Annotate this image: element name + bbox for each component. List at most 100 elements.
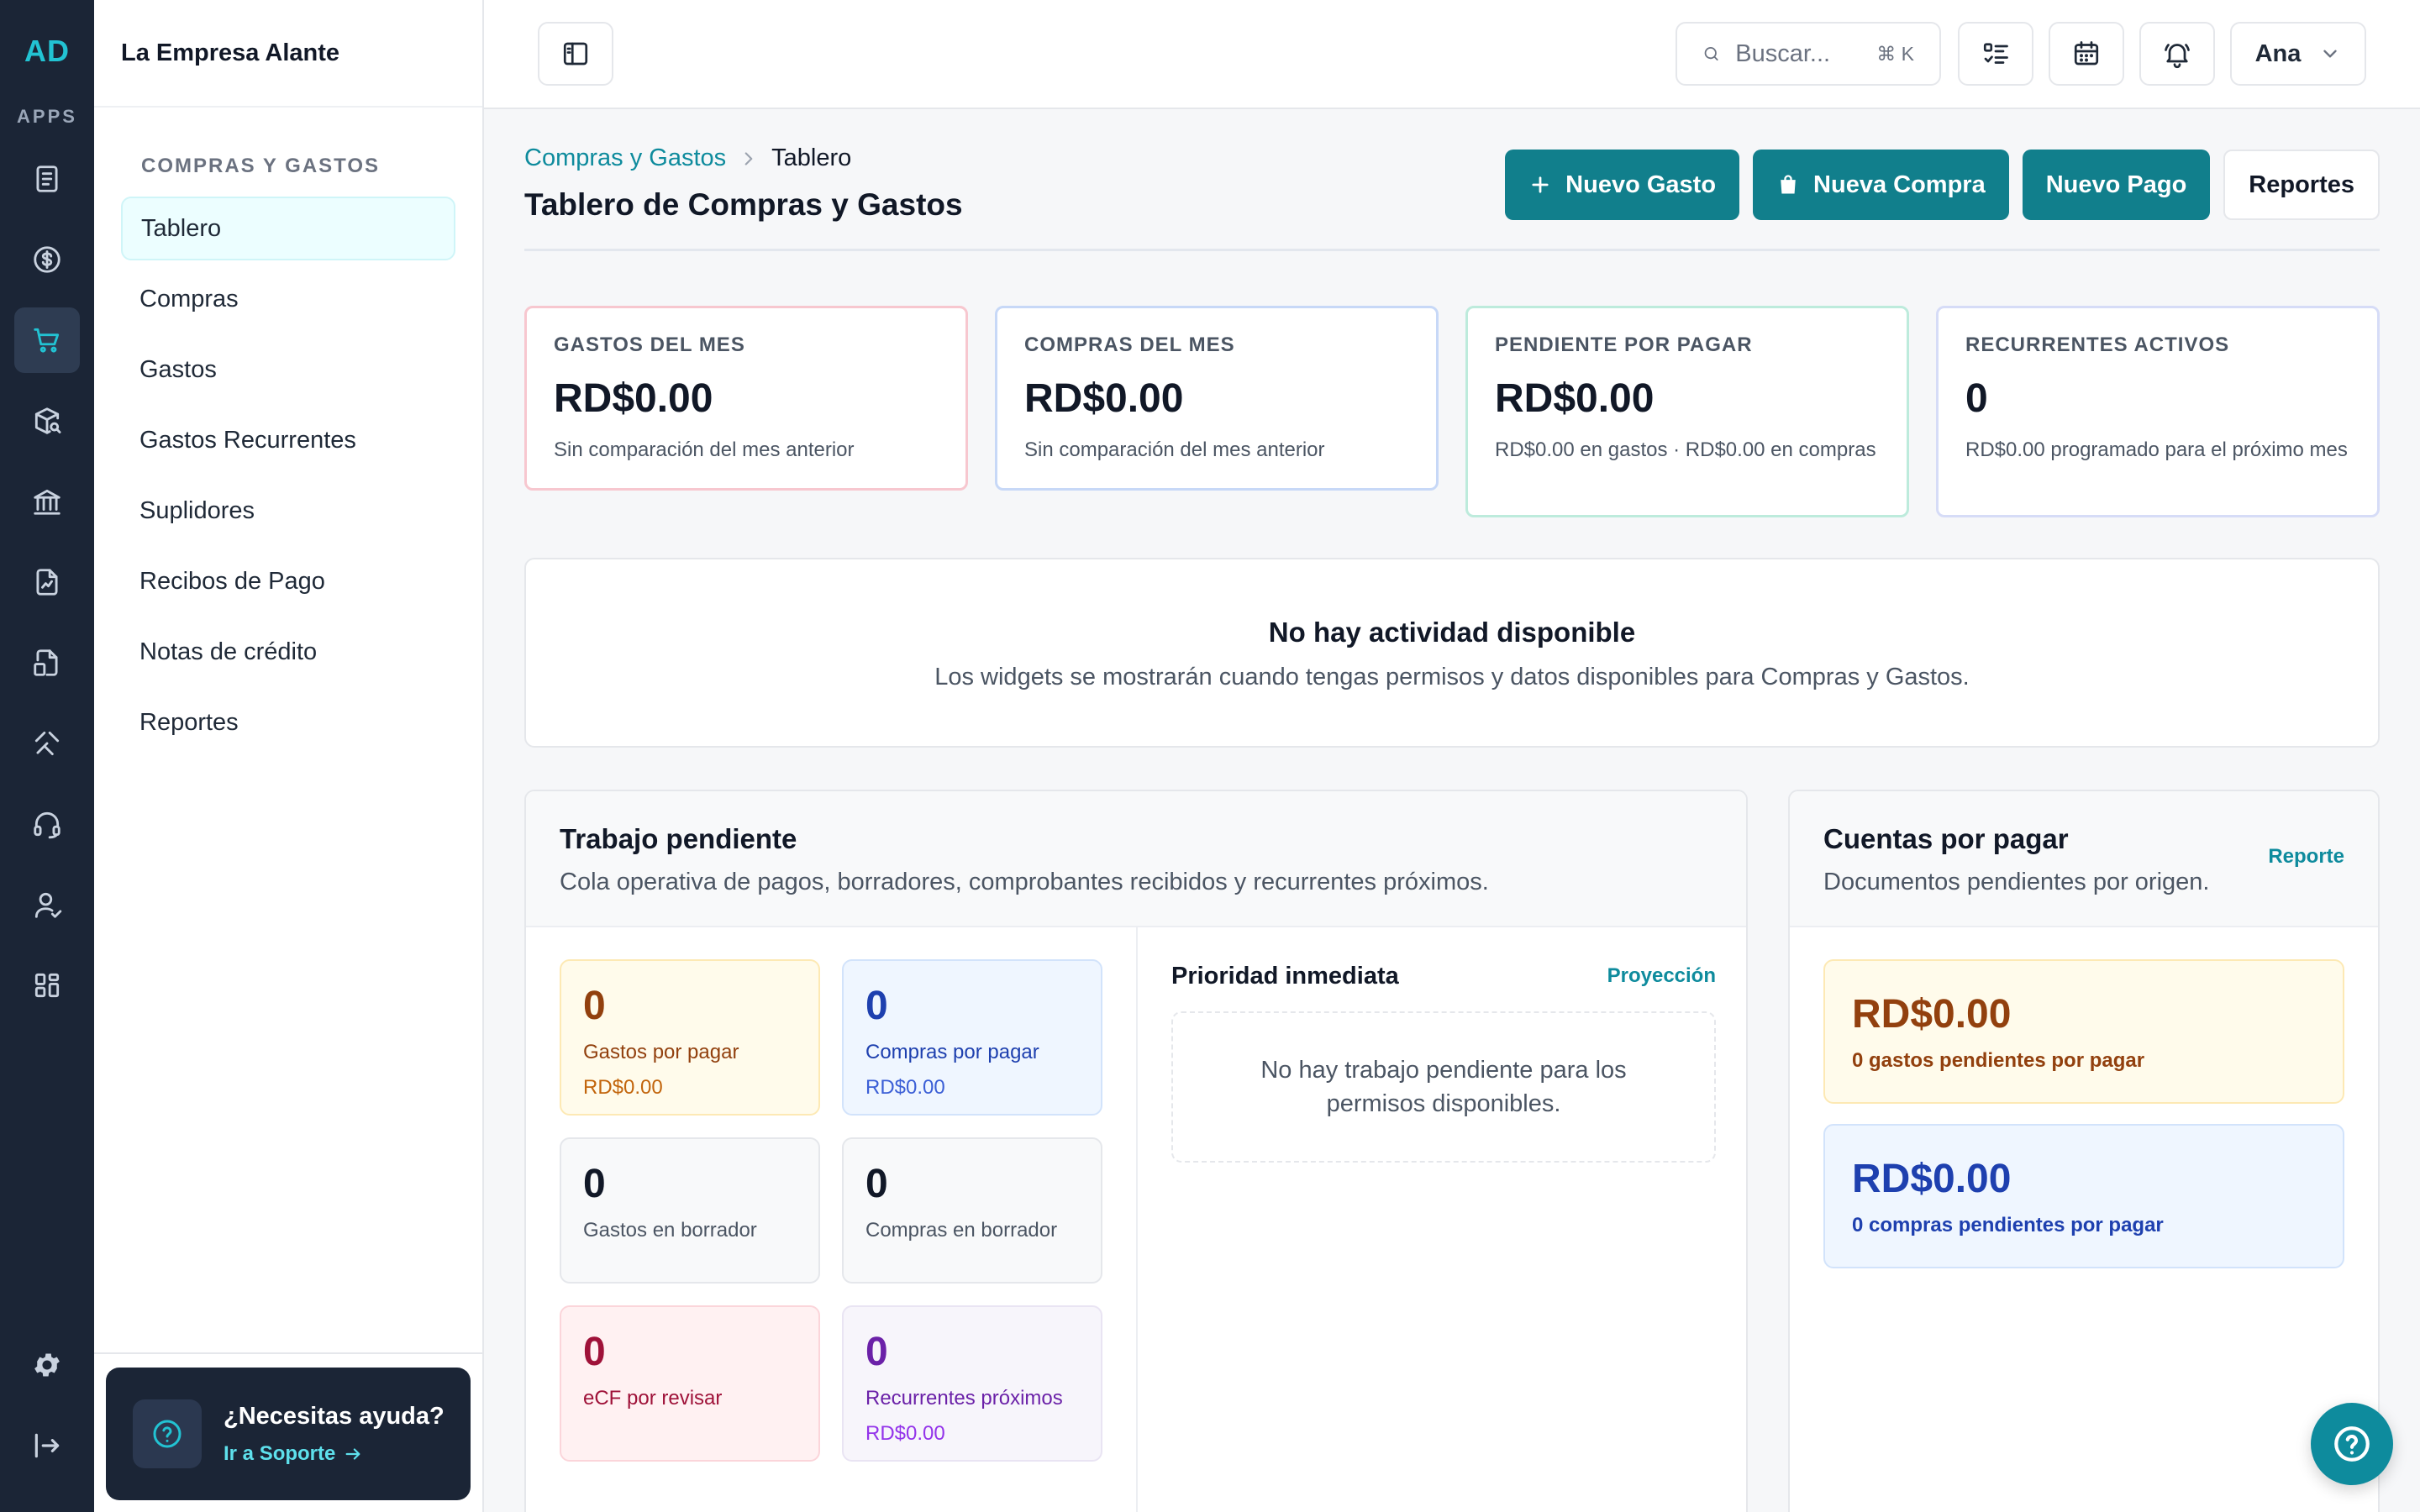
- pending-work-panel: Trabajo pendiente Cola operativa de pago…: [524, 790, 1748, 1512]
- help-title: ¿Necesitas ayuda?: [224, 1402, 445, 1430]
- tile-gastos-por-pagar[interactable]: 0 Gastos por pagar RD$0.00: [560, 959, 820, 1116]
- tile-gastos-en-borrador[interactable]: 0 Gastos en borrador: [560, 1137, 820, 1284]
- report-link[interactable]: Reporte: [2268, 845, 2344, 869]
- accounts-payable-header: Cuentas por pagar Documentos pendientes …: [1790, 791, 2378, 927]
- sidebar-item-gastos-recurrentes[interactable]: Gastos Recurrentes: [121, 408, 455, 472]
- priority-title: Prioridad inmediata: [1171, 962, 1399, 990]
- stat-label: RECURRENTES ACTIVOS: [1965, 333, 2230, 356]
- new-payment-button[interactable]: Nuevo Pago: [2022, 150, 2211, 220]
- apps-grid-icon[interactable]: [14, 953, 80, 1018]
- breadcrumb-link-compras-y-gastos[interactable]: Compras y Gastos: [524, 144, 726, 172]
- app-logo[interactable]: AD: [24, 34, 70, 69]
- tile-label: Recurrentes próximos: [865, 1387, 1063, 1410]
- reports-button[interactable]: Reportes: [2223, 150, 2380, 220]
- accounts-payable-title: Cuentas por pagar: [1823, 823, 2069, 854]
- new-expense-button[interactable]: Nuevo Gasto: [1505, 150, 1740, 220]
- stat-label: COMPRAS DEL MES: [1024, 333, 1235, 356]
- ap-amount: RD$0.00: [1852, 1157, 2012, 1201]
- sidebar-panel-icon: [563, 42, 588, 66]
- ap-card-gastos[interactable]: RD$0.00 0 gastos pendientes por pagar: [1823, 959, 2344, 1104]
- tile-ecf-por-revisar[interactable]: 0 eCF por revisar: [560, 1305, 820, 1462]
- stat-value: RD$0.00: [1495, 376, 1655, 421]
- sidebar-item-suplidores[interactable]: Suplidores: [121, 479, 455, 543]
- sidebar-item-compras[interactable]: Compras: [121, 267, 455, 331]
- tile-count: 0: [865, 1162, 888, 1206]
- tile-compras-por-pagar[interactable]: 0 Compras por pagar RD$0.00: [842, 959, 1102, 1116]
- help-circle-icon: [2334, 1426, 2370, 1462]
- document-icon[interactable]: [14, 146, 80, 212]
- sidebar-toggle-button[interactable]: [538, 22, 613, 86]
- ap-label: 0 gastos pendientes por pagar: [1852, 1049, 2145, 1072]
- headset-icon[interactable]: [14, 791, 80, 857]
- help-circle-icon: [133, 1399, 202, 1468]
- sidebar-item-tablero[interactable]: Tablero: [121, 197, 455, 260]
- empty-activity-card: No hay actividad disponible Los widgets …: [524, 558, 2380, 748]
- stat-label: GASTOS DEL MES: [554, 333, 745, 356]
- notifications-button[interactable]: [2139, 22, 2215, 86]
- ap-label: 0 compras pendientes por pagar: [1852, 1214, 2164, 1236]
- sidebar-item-reportes[interactable]: Reportes: [121, 690, 455, 754]
- new-purchase-button[interactable]: Nueva Compra: [1753, 150, 2009, 220]
- bank-icon[interactable]: [14, 469, 80, 534]
- sidebar-item-notas-de-credito[interactable]: Notas de crédito: [121, 620, 455, 684]
- header-divider: [524, 249, 2380, 251]
- tile-count: 0: [865, 984, 888, 1028]
- shopping-bag-icon: [1781, 175, 1796, 194]
- tile-amount: RD$0.00: [865, 1076, 945, 1099]
- help-fab-button[interactable]: [2311, 1403, 2393, 1485]
- tile-count: 0: [865, 1330, 888, 1374]
- pending-work-header: Trabajo pendiente Cola operativa de pago…: [526, 791, 1746, 927]
- empty-activity-message: Los widgets se mostrarán cuando tengas p…: [934, 664, 1970, 690]
- tile-count: 0: [583, 1330, 606, 1374]
- priority-empty-message: No hay trabajo pendiente para los permis…: [1171, 1011, 1716, 1163]
- tile-label: Compras en borrador: [865, 1219, 1058, 1242]
- help-card: ¿Necesitas ayuda? Ir a Soporte: [106, 1368, 471, 1500]
- tools-icon[interactable]: [14, 711, 80, 776]
- report-chart-icon[interactable]: [14, 549, 80, 615]
- empty-activity-title: No hay actividad disponible: [1268, 617, 1636, 648]
- stat-card-gastos-del-mes: GASTOS DEL MES RD$0.00 Sin comparación d…: [524, 306, 968, 491]
- calendar-button[interactable]: [2049, 22, 2124, 86]
- sidebar-item-recibos-de-pago[interactable]: Recibos de Pago: [121, 549, 455, 613]
- panel-divider: [1136, 927, 1138, 1512]
- tile-count: 0: [583, 1162, 606, 1206]
- topbar: ⌘ K Ana: [484, 0, 2420, 109]
- search-box[interactable]: ⌘ K: [1676, 22, 1941, 86]
- priority-section: Prioridad inmediata Proyección No hay tr…: [1171, 959, 1716, 1163]
- ap-card-compras[interactable]: RD$0.00 0 compras pendientes por pagar: [1823, 1124, 2344, 1268]
- stat-value: RD$0.00: [554, 376, 713, 421]
- checklist-icon: [1983, 43, 2008, 64]
- stat-card-pendiente-por-pagar: PENDIENTE POR PAGAR RD$0.00 RD$0.00 en g…: [1465, 306, 1909, 517]
- cart-icon[interactable]: [14, 307, 80, 373]
- search-input[interactable]: [1735, 39, 1862, 68]
- tile-recurrentes-proximos[interactable]: 0 Recurrentes próximos RD$0.00: [842, 1305, 1102, 1462]
- apps-label: APPS: [17, 106, 77, 127]
- user-menu-button[interactable]: Ana: [2230, 22, 2366, 86]
- dollar-icon[interactable]: [14, 227, 80, 292]
- stat-card-compras-del-mes: COMPRAS DEL MES RD$0.00 Sin comparación …: [995, 306, 1439, 491]
- accounts-payable-list: RD$0.00 0 gastos pendientes por pagar RD…: [1823, 959, 2344, 1268]
- package-search-icon[interactable]: [14, 388, 80, 454]
- sidebar-item-gastos[interactable]: Gastos: [121, 338, 455, 402]
- user-name: Ana: [2254, 39, 2302, 67]
- settings-icon[interactable]: [14, 1332, 80, 1398]
- tile-compras-en-borrador[interactable]: 0 Compras en borrador: [842, 1137, 1102, 1284]
- company-name[interactable]: La Empresa Alante: [94, 0, 482, 108]
- tile-label: Gastos en borrador: [583, 1219, 757, 1242]
- pending-work-tiles: 0 Gastos por pagar RD$0.00 0 Compras por…: [560, 959, 1102, 1462]
- help-divider: [94, 1352, 482, 1354]
- header-actions: Nuevo Gasto Nueva Compra Nuevo Pago Repo…: [1505, 150, 2380, 220]
- tasks-button[interactable]: [1958, 22, 2033, 86]
- accounts-payable-subtitle: Documentos pendientes por origen.: [1823, 869, 2210, 895]
- tile-label: eCF por revisar: [583, 1387, 723, 1410]
- support-link[interactable]: Ir a Soporte: [224, 1442, 445, 1466]
- accounts-payable-panel: Cuentas por pagar Documentos pendientes …: [1788, 790, 2380, 1512]
- search-shortcut: ⌘ K: [1876, 42, 1914, 65]
- projection-link[interactable]: Proyección: [1607, 964, 1716, 988]
- user-icon[interactable]: [14, 872, 80, 937]
- file-list-icon[interactable]: [14, 630, 80, 696]
- stats-row: GASTOS DEL MES RD$0.00 Sin comparación d…: [524, 306, 2380, 517]
- sidebar: La Empresa Alante COMPRAS Y GASTOS Table…: [94, 0, 484, 1512]
- logout-icon[interactable]: [14, 1413, 80, 1478]
- pending-work-title: Trabajo pendiente: [560, 823, 797, 854]
